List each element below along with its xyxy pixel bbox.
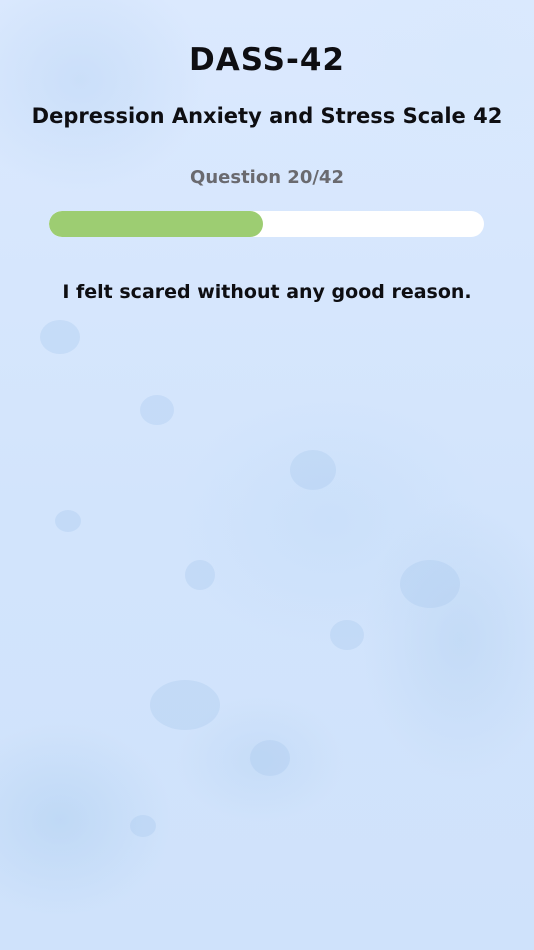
background-spot bbox=[185, 560, 215, 590]
background-spot bbox=[290, 450, 336, 490]
question-text: I felt scared without any good reason. bbox=[62, 281, 472, 303]
page-title: DASS-42 bbox=[189, 42, 345, 78]
background-spot bbox=[40, 320, 80, 354]
background-spot bbox=[55, 510, 81, 532]
progress-bar bbox=[49, 211, 484, 237]
background-spot bbox=[150, 680, 220, 730]
background-spot bbox=[250, 740, 290, 776]
background-spot bbox=[330, 620, 364, 650]
background-spot bbox=[130, 815, 156, 837]
background-spot bbox=[400, 560, 460, 608]
question-counter: Question 20/42 bbox=[190, 167, 344, 188]
watercolor-background bbox=[0, 0, 534, 950]
page-subtitle: Depression Anxiety and Stress Scale 42 bbox=[31, 104, 503, 128]
progress-bar-fill bbox=[49, 211, 264, 237]
background-spot bbox=[140, 395, 174, 425]
